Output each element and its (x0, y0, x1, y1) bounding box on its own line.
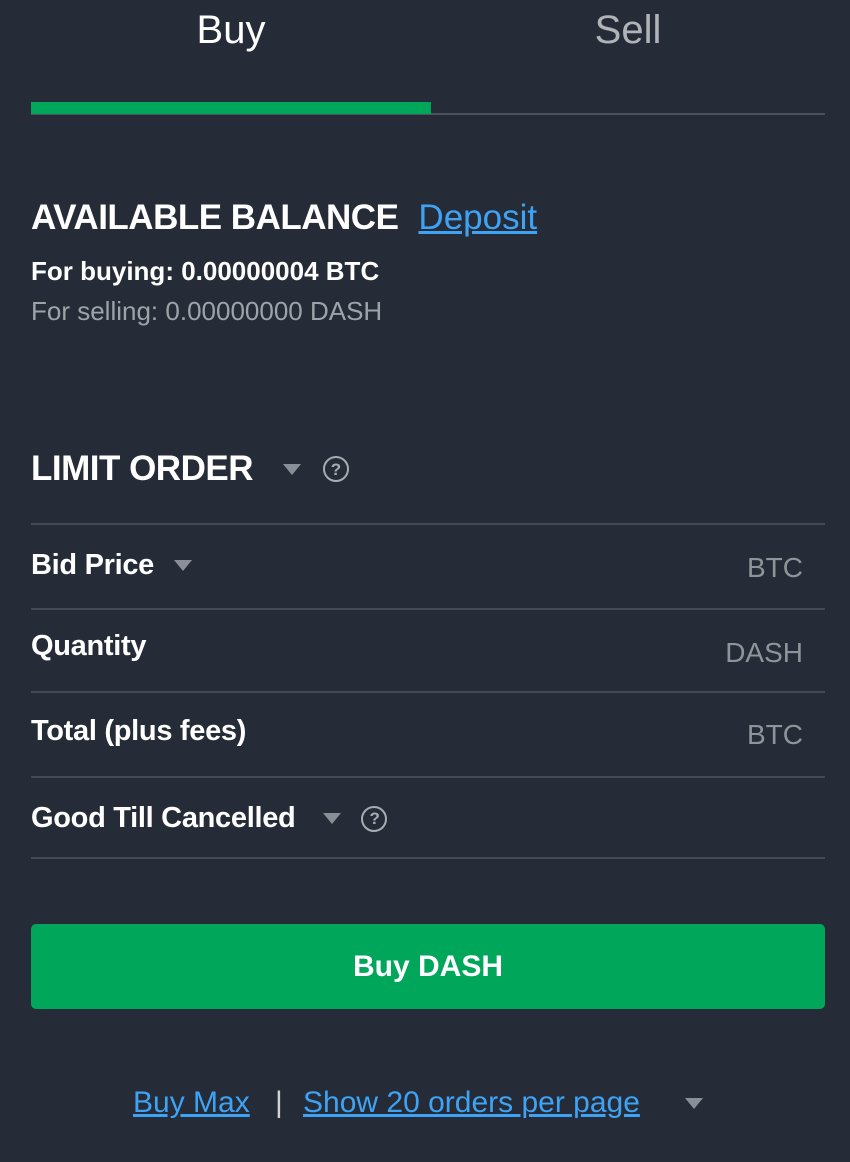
tab-sell[interactable]: Sell (431, 0, 825, 116)
deposit-link[interactable]: Deposit (418, 198, 537, 238)
time-in-force-label: Good Till Cancelled (31, 802, 296, 834)
quantity-unit: DASH (725, 637, 803, 668)
order-type-selector[interactable]: LIMIT ORDER ? (31, 444, 349, 494)
orders-per-page-link[interactable]: Show 20 orders per page (303, 1086, 640, 1120)
buy-sell-tabs: Buy Sell (31, 0, 825, 116)
footer-separator: | (275, 1086, 283, 1119)
quantity-field[interactable]: Quantity DASH (31, 608, 829, 695)
time-in-force-selector[interactable]: Good Till Cancelled ? (31, 776, 825, 858)
chevron-down-icon[interactable] (174, 560, 193, 571)
quantity-label-group: Quantity (31, 630, 147, 663)
balance-header: AVAILABLE BALANCE Deposit (31, 198, 537, 248)
available-balance-title: AVAILABLE BALANCE (31, 198, 399, 237)
bid-price-label-group: Bid Price (31, 549, 193, 582)
time-in-force-label-group: Good Till Cancelled ? (31, 802, 388, 835)
form-divider (31, 857, 825, 859)
chevron-down-icon[interactable] (282, 463, 301, 475)
buy-dash-button[interactable]: Buy DASH (31, 924, 825, 1009)
active-tab-indicator (31, 102, 431, 114)
total-unit: BTC (747, 719, 803, 750)
quantity-label: Quantity (31, 630, 147, 662)
buy-sell-panel: Buy Sell AVAILABLE BALANCE Deposit For b… (31, 0, 829, 1162)
total-field[interactable]: Total (plus fees) BTC (31, 691, 829, 780)
bid-price-unit: BTC (747, 552, 803, 583)
footer-links: Buy Max | Show 20 orders per page (31, 1086, 825, 1132)
tab-buy[interactable]: Buy (31, 0, 431, 116)
buying-balance: For buying: 0.00000004 BTC (31, 256, 380, 286)
bid-price-label: Bid Price (31, 549, 155, 581)
order-type-label: LIMIT ORDER (31, 449, 253, 488)
help-icon[interactable]: ? (361, 805, 388, 832)
tab-buy-label: Buy (196, 7, 266, 52)
chevron-down-icon[interactable] (685, 1098, 703, 1109)
buy-max-link[interactable]: Buy Max (133, 1086, 250, 1120)
quantity-input[interactable] (31, 610, 829, 695)
total-label-group: Total (plus fees) (31, 715, 246, 748)
help-icon[interactable]: ? (322, 456, 349, 482)
total-label: Total (plus fees) (31, 715, 247, 747)
chevron-down-icon[interactable] (323, 813, 342, 824)
bid-price-field[interactable]: Bid Price BTC (31, 523, 829, 612)
tab-sell-label: Sell (594, 7, 662, 52)
selling-balance: For selling: 0.00000000 DASH (31, 296, 383, 326)
